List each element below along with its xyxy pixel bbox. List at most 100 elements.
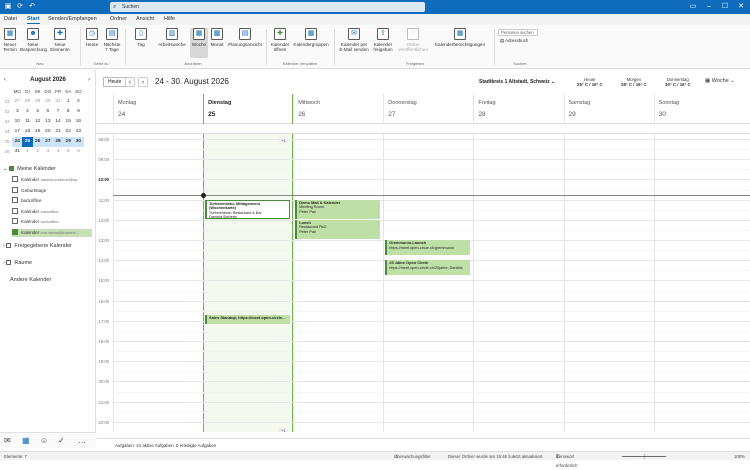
mini-day[interactable]: 29 — [63, 137, 73, 147]
mini-day[interactable]: 15 — [63, 117, 73, 127]
close-button[interactable]: ✕ — [734, 2, 748, 12]
mini-day[interactable]: 17 — [12, 127, 22, 137]
mini-day[interactable]: 6 — [73, 147, 83, 157]
menu-ansicht[interactable]: Ansicht — [136, 15, 154, 24]
calendar-groups-button[interactable]: ▦Kalendergruppen — [293, 28, 329, 47]
menu-start[interactable]: Start — [27, 15, 40, 24]
new-appointment-button[interactable]: ▦Neuer Termin — [2, 28, 18, 52]
more-apps-icon[interactable]: … — [78, 436, 86, 445]
mini-day[interactable]: 8 — [63, 107, 73, 117]
mini-day[interactable]: 27 — [12, 97, 22, 107]
mini-day[interactable]: 27 — [43, 137, 53, 147]
day-header-samstag[interactable]: Samstag29 — [564, 94, 654, 124]
mini-day[interactable]: 21 — [53, 127, 63, 137]
group-checkbox[interactable] — [9, 166, 14, 171]
menu-hilfe[interactable]: Hilfe — [164, 15, 175, 24]
mini-day[interactable]: 12 — [33, 117, 43, 127]
today-ribbon-button[interactable]: ◷Heute — [84, 28, 100, 47]
mini-day[interactable]: 28 — [22, 97, 32, 107]
mini-day[interactable]: 7 — [53, 107, 63, 117]
mini-day[interactable]: 25 — [22, 137, 32, 147]
next-7-days-button[interactable]: ▤Nächste 7 Tage — [102, 28, 122, 52]
publish-online-button[interactable]: ↑Online veröffentlichen — [398, 28, 428, 52]
mini-day[interactable]: 30 — [43, 97, 53, 107]
mini-day[interactable]: 23 — [73, 127, 83, 137]
undo-icon[interactable]: ↶ — [28, 3, 36, 11]
mini-day[interactable]: 2 — [33, 147, 43, 157]
find-people-input[interactable]: Personen suchen — [498, 29, 538, 36]
shared-calendars-group[interactable]: › Freigegebene Kalender — [3, 243, 72, 249]
calendar-item[interactable]: Kalender backoffice — [12, 208, 92, 216]
mini-day[interactable]: 2 — [73, 97, 83, 107]
calendar-checkbox[interactable] — [12, 208, 18, 214]
view-schedule-button[interactable]: ▤Planungsansicht — [227, 28, 263, 47]
calendar-event[interactable]: Sales Standup; https://meet.open-circle.… — [205, 315, 290, 324]
calendar-event[interactable]: Demo Mail & KalenderMeeting RoomPeter Pa… — [295, 200, 380, 219]
mini-day[interactable]: 5 — [63, 147, 73, 157]
maximize-button[interactable]: ☐ — [718, 2, 732, 12]
new-meeting-button[interactable]: ☻Neue Besprechung — [20, 28, 46, 52]
today-button[interactable]: Heute — [103, 77, 126, 87]
people-icon[interactable]: ☺ — [40, 436, 48, 445]
calendar-checkbox[interactable] — [12, 218, 18, 224]
mini-day[interactable]: 18 — [22, 127, 32, 137]
mini-day[interactable]: 10 — [12, 117, 22, 127]
mini-day[interactable]: 31 — [12, 147, 22, 157]
mini-day[interactable]: 6 — [43, 107, 53, 117]
view-day-button[interactable]: ▯Tag — [128, 28, 154, 47]
mini-day[interactable]: 24 — [12, 137, 22, 147]
calendar-item[interactable]: Kalender backoffice — [12, 218, 92, 226]
mini-day[interactable]: 4 — [22, 107, 32, 117]
group-checkbox[interactable] — [6, 260, 11, 265]
minimize-button[interactable]: – — [702, 2, 716, 12]
calendar-checkbox[interactable] — [12, 176, 18, 182]
menu-ordner[interactable]: Ordner — [110, 15, 127, 24]
more-events-badge[interactable]: +1 — [279, 138, 288, 143]
mini-day[interactable]: 3 — [12, 107, 22, 117]
mini-day[interactable]: 3 — [43, 147, 53, 157]
tasks-icon[interactable]: ✓ — [58, 436, 65, 445]
mail-icon[interactable]: ✉ — [4, 436, 11, 445]
rooms-group[interactable]: › Räume — [3, 260, 32, 266]
calendar-event[interactable]: Turbinenbräu, Mittagsmenü (Wochenkarte)T… — [205, 200, 290, 219]
other-calendars-group[interactable]: Andere Kalender — [10, 277, 51, 283]
day-header-mittwoch[interactable]: Mittwoch26 — [293, 94, 383, 124]
calendar-event[interactable]: 25 Jahre Open Circlehttps://meet.open-ci… — [385, 260, 470, 275]
email-calendar-button[interactable]: ✉Kalender per E-Mail senden — [338, 28, 370, 52]
calendar-item[interactable]: Kalender zoe.zebra@futurete... — [12, 229, 92, 237]
group-checkbox[interactable] — [6, 243, 11, 248]
mini-day[interactable]: 13 — [43, 117, 53, 127]
day-header-donnerstag[interactable]: Donnerstag27 — [383, 94, 473, 124]
view-workweek-button[interactable]: ▥Arbeitswoche — [156, 28, 188, 47]
day-header-sonntag[interactable]: Sonntag30 — [654, 94, 744, 124]
menu-datei[interactable]: Datei — [4, 15, 17, 24]
calendar-module-icon[interactable]: ▦ — [22, 436, 30, 445]
my-calendars-group[interactable]: ⌄ Meine Kalender — [3, 166, 56, 172]
mini-day[interactable]: 28 — [53, 137, 63, 147]
tasks-bar[interactable]: Aufgaben: 24 aktive Aufgaben, 0 erledigt… — [97, 438, 750, 451]
menu-senden-empfangen[interactable]: Senden/Empfangen — [48, 15, 97, 24]
mini-day[interactable]: 11 — [22, 117, 32, 127]
calendar-event[interactable]: Gremmunio-Launchhttps://meet.open-circle… — [385, 240, 470, 255]
ribbon-display-icon[interactable]: ▭ — [686, 2, 700, 12]
calendar-permissions-button[interactable]: ▦Kalenderberechtigungen — [430, 28, 490, 47]
mini-day[interactable]: 31 — [53, 97, 63, 107]
day-header-freitag[interactable]: Freitag28 — [473, 94, 563, 124]
address-book-button[interactable]: ▤ Adressbuch — [500, 38, 528, 44]
weather-location[interactable]: Stadtkreis 1 Altstadt, Schweiz ⌄ — [479, 79, 555, 85]
mini-day[interactable]: 14 — [53, 117, 63, 127]
next-week-icon[interactable]: › — [138, 77, 148, 87]
mini-cal-next-icon[interactable]: › — [88, 77, 90, 83]
share-calendar-button[interactable]: ⇪Kalender freigeben — [372, 28, 394, 52]
mini-day[interactable]: 19 — [33, 127, 43, 137]
calendar-item[interactable]: Kalender daniela.siebertz@ep... — [12, 176, 92, 184]
mini-day[interactable]: 30 — [73, 137, 83, 147]
calendar-checkbox[interactable] — [12, 197, 18, 203]
more-events-badge[interactable]: +1 — [279, 428, 288, 432]
calendar-item[interactable]: backoffice — [12, 197, 92, 205]
calendar-event[interactable]: LunchRestaurant Pirl2Peter Pan — [295, 220, 380, 239]
mini-day[interactable]: 5 — [33, 107, 43, 117]
view-selector[interactable]: ▦ Woche ⌄ — [705, 78, 735, 84]
calendar-checkbox[interactable] — [12, 187, 18, 193]
mini-day[interactable]: 22 — [63, 127, 73, 137]
